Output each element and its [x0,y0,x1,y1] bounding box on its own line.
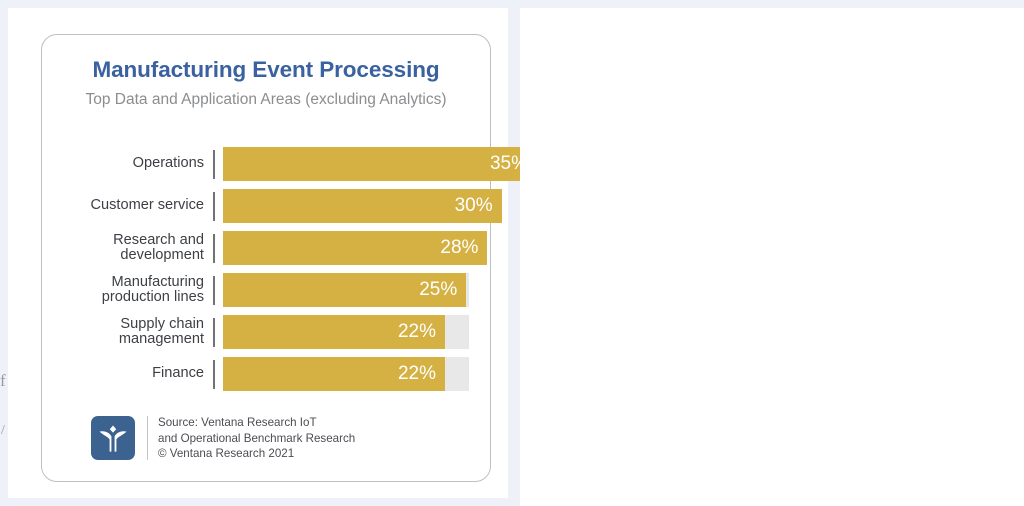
bar-track: 35% [223,147,537,181]
bar-track: 28% [223,231,488,265]
bar-row: Manufacturing production lines 25% [42,273,490,307]
bar-track: 30% [223,189,502,223]
bar-row: Operations 35% [42,147,537,181]
bar-fill: 30% [223,189,502,223]
edge-glyph-artifact-1: f [0,371,6,390]
left-chart-subtitle: Top Data and Application Areas (excludin… [85,91,447,108]
bar-category-label: Operations [132,155,204,172]
left-bar-rows: Operations 35% Customer service 30% Research… [42,147,537,399]
bar-value-label: 22% [397,363,436,384]
screenshot-stage: f / Manufacturing Event Processing Top D… [0,0,1024,506]
bar-category-label: Manufacturing production lines [101,273,204,305]
category-tick-mark [213,359,215,389]
category-tick-mark [213,275,215,305]
bar-value-label: 28% [440,237,479,258]
bar-track: 22% [223,315,469,349]
left-chart-header: Manufacturing Event Processing Top Data … [42,35,490,109]
category-tick-mark [213,149,215,179]
left-panel: Manufacturing Event Processing Top Data … [8,8,537,498]
bar-fill: 25% [223,273,467,307]
bar-row: Finance 22% [42,357,490,391]
bar-value-label: 30% [454,195,493,216]
category-tick-mark [213,317,215,347]
bar-fill: 35% [223,147,537,181]
bar-row: Customer service 30% [42,189,502,223]
left-chart-card: Manufacturing Event Processing Top Data … [41,34,537,482]
bar-category-label: Customer service [90,197,204,214]
bar-category-label: Research and development [113,231,204,263]
edge-glyph-artifact-2: / [1,423,5,438]
bar-fill: 28% [223,231,488,265]
bar-fill: 22% [223,315,445,349]
left-chart-title: Manufacturing Event Processing [92,57,440,82]
left-source-text: Source: Ventana Research IoT and Operati… [158,416,356,460]
category-tick-mark [213,191,215,221]
category-tick-mark [213,233,215,263]
right-panel: Manufacturing Event Processing Top Benef… [520,8,1024,506]
ventana-v-logo-icon [91,416,135,461]
left-source-block: Source: Ventana Research IoT and Operati… [91,415,355,461]
bar-fill: 22% [223,357,445,391]
bar-value-label: 22% [397,321,436,342]
source-divider [147,416,148,460]
bar-track: 25% [223,273,469,307]
bar-row: Supply chain management 22% [42,315,490,349]
bar-track: 22% [223,357,469,391]
bar-category-label: Supply chain management [118,315,204,347]
bar-row: Research and development 28% [42,231,490,265]
bar-category-label: Finance [152,365,204,382]
bar-value-label: 25% [419,279,458,300]
